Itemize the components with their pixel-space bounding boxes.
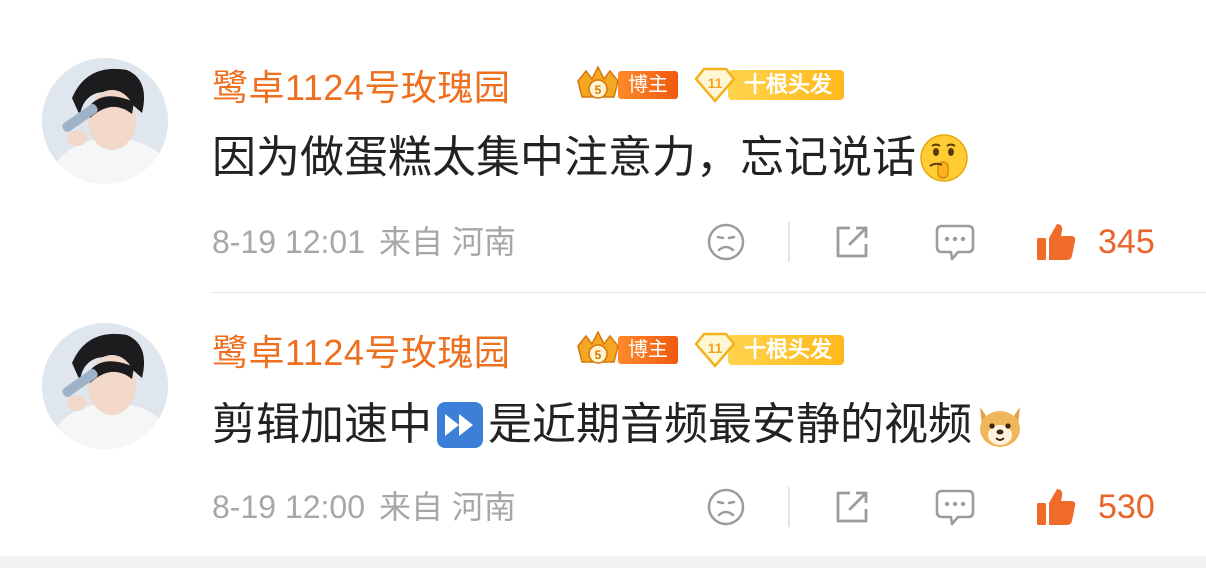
share-icon xyxy=(836,226,868,258)
fan-level: 11 xyxy=(708,75,723,91)
comment-text: 剪辑加速中 是近期音频最安静的视频 xyxy=(212,397,1026,453)
share-button[interactable] xyxy=(832,487,872,527)
blogger-badge[interactable]: 5 博主 xyxy=(572,65,678,102)
svg-text:5: 5 xyxy=(595,83,602,97)
comment-item: 鹭卓1124号玫瑰园 5 博主 11 十根头发 因为做蛋糕太集中注意力，忘记说话… xyxy=(0,0,1206,293)
dog-face-emoji-icon xyxy=(980,407,1020,447)
comment-item: 鹭卓1124号玫瑰园 5 博主 11 十根头发 剪辑加速中 是近期音频最安静的视… xyxy=(0,293,1206,568)
dislike-button[interactable] xyxy=(706,222,746,262)
fan-badge[interactable]: 11 十根头发 xyxy=(692,332,845,368)
bottom-separator xyxy=(0,556,1206,568)
action-divider xyxy=(788,222,790,262)
like-button[interactable]: 530 xyxy=(1034,485,1155,529)
fast-forward-emoji-icon xyxy=(437,402,483,448)
fan-badge[interactable]: 11 十根头发 xyxy=(692,67,845,103)
fan-badge-label: 十根头发 xyxy=(728,335,845,365)
diamond-icon: 11 xyxy=(694,67,736,103)
blogger-badge-label: 博主 xyxy=(618,336,678,364)
thumbs-up-icon xyxy=(1037,224,1076,260)
blogger-badge[interactable]: 5 博主 xyxy=(572,330,678,367)
shushing-face-emoji-icon xyxy=(920,134,968,182)
reply-button[interactable] xyxy=(934,487,976,527)
comment-source: 来自 河南 xyxy=(379,224,516,260)
like-count: 345 xyxy=(1098,223,1155,261)
comment-icon xyxy=(935,489,975,526)
share-icon xyxy=(836,491,868,523)
action-divider xyxy=(788,487,790,527)
username[interactable]: 鹭卓1124号玫瑰园 xyxy=(212,331,510,375)
crown-icon: 5 xyxy=(577,65,619,99)
comment-date: 8-19 12:00 xyxy=(212,489,366,525)
like-count: 530 xyxy=(1098,488,1155,526)
comment-text-before: 剪辑加速中 xyxy=(212,400,432,449)
reply-button[interactable] xyxy=(934,222,976,262)
sad-face-icon xyxy=(707,488,745,526)
comment-date: 8-19 12:01 xyxy=(212,224,366,260)
avatar[interactable] xyxy=(42,323,168,449)
username[interactable]: 鹭卓1124号玫瑰园 xyxy=(212,66,510,110)
svg-text:5: 5 xyxy=(595,348,602,362)
comment-text: 因为做蛋糕太集中注意力，忘记说话 xyxy=(212,130,970,186)
comment-meta: 8-19 12:00 来自 河南 xyxy=(212,487,530,527)
blogger-badge-label: 博主 xyxy=(618,71,678,99)
diamond-icon: 11 xyxy=(694,332,736,368)
fan-badge-label: 十根头发 xyxy=(728,70,845,100)
comment-source: 来自 河南 xyxy=(379,489,516,525)
share-button[interactable] xyxy=(832,222,872,262)
comment-meta: 8-19 12:01 来自 河南 xyxy=(212,222,530,262)
fan-level: 11 xyxy=(708,340,723,356)
avatar[interactable] xyxy=(42,58,168,184)
comment-icon xyxy=(935,224,975,261)
comment-text-content: 因为做蛋糕太集中注意力，忘记说话 xyxy=(212,133,916,182)
crown-icon: 5 xyxy=(577,330,619,364)
like-button[interactable]: 345 xyxy=(1034,220,1155,264)
dislike-button[interactable] xyxy=(706,487,746,527)
thumbs-up-icon xyxy=(1037,489,1076,525)
comment-text-after: 是近期音频最安静的视频 xyxy=(488,400,972,449)
sad-face-icon xyxy=(707,223,745,261)
